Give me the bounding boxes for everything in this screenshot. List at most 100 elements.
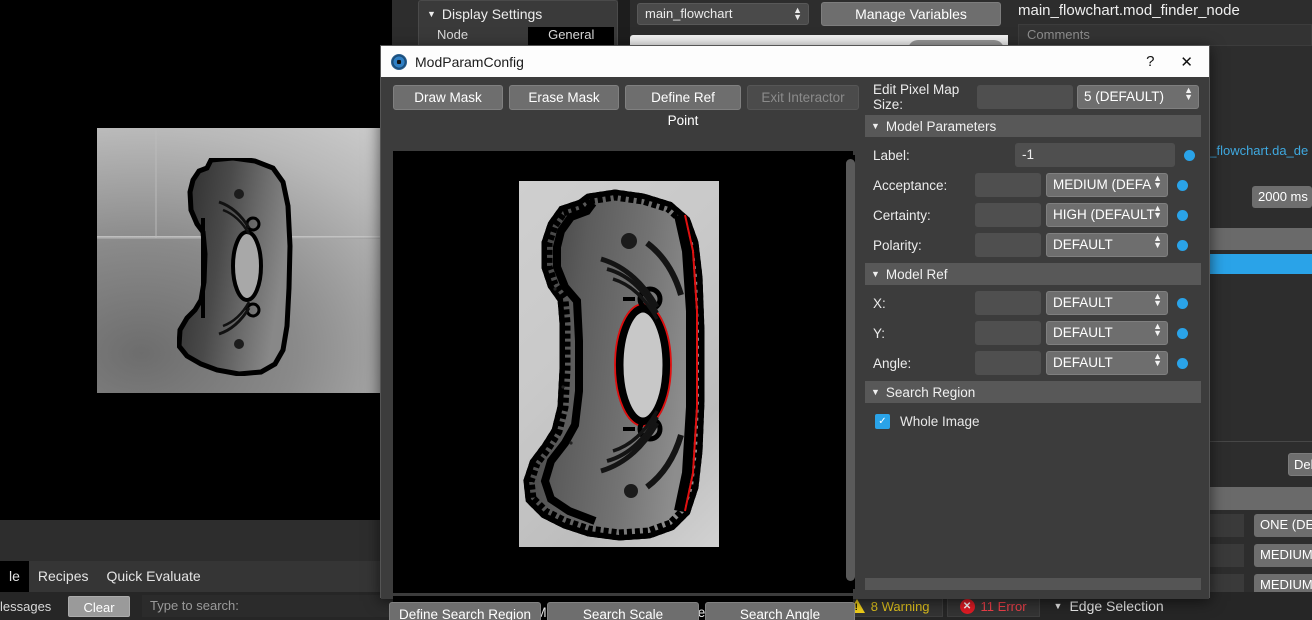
- canvas-scrollbar[interactable]: [846, 155, 855, 589]
- section-model-ref[interactable]: ▼ Model Ref: [865, 263, 1201, 285]
- spinner-icon: ▲ ▼: [1153, 321, 1162, 338]
- ref-angle-combo-value: DEFAULT: [1053, 355, 1113, 370]
- ref-y-combo[interactable]: DEFAULT ▲ ▼: [1046, 321, 1168, 345]
- whole-image-label: Whole Image: [900, 413, 980, 429]
- spinner-icon: ▲ ▼: [1153, 351, 1162, 368]
- close-button[interactable]: ✕: [1180, 53, 1193, 71]
- chevron-down-icon: ▼: [871, 269, 880, 279]
- binding-dot[interactable]: [1177, 297, 1188, 309]
- bottom-tabstrip[interactable]: le Recipes Quick Evaluate: [0, 561, 392, 592]
- selected-list-row[interactable]: [1204, 254, 1312, 274]
- row-certainty: Certainty: HIGH (DEFAULT ▲ ▼: [865, 201, 1201, 229]
- display-settings-header[interactable]: ▼ Display Settings: [419, 1, 617, 27]
- scrollbar-thumb[interactable]: [846, 159, 855, 581]
- spinner-icon: ▲ ▼: [1153, 173, 1162, 190]
- dialog-properties-pane: Edit Pixel Map Size: 5 (DEFAULT) ▲ ▼ ▼ Mo…: [859, 77, 1209, 599]
- ref-y-label: Y:: [873, 325, 886, 341]
- section-title: Search Region: [885, 384, 976, 400]
- pixel-map-field[interactable]: [977, 85, 1073, 109]
- section-model-parameters[interactable]: ▼ Model Parameters: [865, 115, 1201, 137]
- polarity-field[interactable]: [975, 233, 1041, 257]
- binding-dot[interactable]: [1177, 179, 1188, 191]
- polarity-label: Polarity:: [873, 237, 922, 253]
- messages-label: lessages: [0, 598, 52, 614]
- edge-selection-header[interactable]: ▼ Edge Selection: [1054, 598, 1164, 614]
- row-polarity: Polarity: DEFAULT ▲ ▼: [865, 231, 1201, 259]
- label-input[interactable]: -1: [1015, 143, 1175, 167]
- section-title: Model Ref: [885, 266, 948, 282]
- combo-one[interactable]: ONE (DEF: [1254, 514, 1312, 537]
- manage-variables-button[interactable]: Manage Variables: [821, 2, 1001, 26]
- row-ref-angle: Angle: DEFAULT ▲ ▼: [865, 349, 1201, 377]
- display-settings-subtabs[interactable]: Node General: [419, 27, 617, 45]
- ref-angle-combo[interactable]: DEFAULT ▲ ▼: [1046, 351, 1168, 375]
- row-whole-image[interactable]: ✓ Whole Image: [865, 407, 1201, 435]
- flowchart-link[interactable]: n_flowchart.da_de: [1202, 140, 1312, 162]
- ref-angle-field[interactable]: [975, 351, 1041, 375]
- define-ref-point-button[interactable]: Define Ref Point: [625, 85, 741, 128]
- display-settings-popup[interactable]: ▼ Display Settings Node General: [418, 0, 618, 46]
- ref-x-label: X:: [873, 295, 886, 311]
- row-acceptance: Acceptance: MEDIUM (DEFA ▲ ▼: [865, 171, 1201, 199]
- acceptance-combo[interactable]: MEDIUM (DEFA ▲ ▼: [1046, 173, 1168, 197]
- binding-dot[interactable]: [1177, 239, 1188, 251]
- binding-dot[interactable]: [1184, 149, 1195, 161]
- flowchart-selector[interactable]: main_flowchart ▲ ▼: [637, 3, 809, 25]
- modparamconfig-dialog: ModParamConfig ? ✕ Draw Mask Erase Mask …: [380, 45, 1210, 620]
- tab-sample[interactable]: le: [0, 561, 29, 592]
- edge-selection-label: Edge Selection: [1069, 598, 1164, 614]
- display-settings-general-tab[interactable]: General: [528, 27, 615, 45]
- ref-x-field[interactable]: [975, 291, 1041, 315]
- panel-header-bar: [1204, 228, 1312, 250]
- binding-dot[interactable]: [1177, 209, 1188, 221]
- dialog-footer[interactable]: Define Search Region Search Scale Search…: [389, 602, 855, 620]
- error-count-label: 11 Error: [980, 598, 1027, 614]
- draw-mask-button[interactable]: Draw Mask: [393, 85, 503, 110]
- binding-dot[interactable]: [1177, 357, 1188, 369]
- row-label: Label: -1: [865, 141, 1201, 169]
- dialog-title: ModParamConfig: [415, 53, 524, 70]
- tab-quick-evaluate[interactable]: Quick Evaluate: [98, 561, 210, 592]
- ref-y-field[interactable]: [975, 321, 1041, 345]
- panel-divider-line: [1204, 441, 1312, 442]
- node-title: main_flowchart.mod_finder_node: [1018, 2, 1240, 19]
- combo-field-stub: [1204, 544, 1244, 567]
- tab-recipes[interactable]: Recipes: [29, 561, 98, 592]
- define-search-region-button[interactable]: Define Search Region: [389, 602, 541, 620]
- certainty-combo[interactable]: HIGH (DEFAULT ▲ ▼: [1046, 203, 1168, 227]
- whole-image-checkbox[interactable]: ✓: [875, 413, 890, 429]
- spinner-icon: ▲ ▼: [1153, 203, 1162, 220]
- certainty-combo-value: HIGH (DEFAULT: [1053, 207, 1155, 222]
- acceptance-field[interactable]: [975, 173, 1041, 197]
- pixel-map-combo[interactable]: 5 (DEFAULT) ▲ ▼: [1077, 85, 1199, 109]
- timeout-field[interactable]: 2000 ms: [1252, 186, 1312, 208]
- combo-medium-1[interactable]: MEDIUM: [1254, 544, 1312, 567]
- acceptance-label: Acceptance:: [873, 177, 948, 193]
- comments-field[interactable]: Comments: [1018, 24, 1312, 46]
- polarity-combo[interactable]: DEFAULT ▲ ▼: [1046, 233, 1168, 257]
- certainty-field[interactable]: [975, 203, 1041, 227]
- model-image-canvas[interactable]: [393, 151, 853, 593]
- help-button[interactable]: ?: [1146, 53, 1154, 70]
- delete-button[interactable]: Del: [1288, 453, 1312, 476]
- mask-toolbar[interactable]: Draw Mask Erase Mask Define Ref Point Ex…: [381, 77, 859, 128]
- ref-x-combo[interactable]: DEFAULT ▲ ▼: [1046, 291, 1168, 315]
- image-plate: [519, 181, 719, 547]
- clear-button[interactable]: Clear: [68, 595, 130, 617]
- display-settings-node-tab[interactable]: Node: [437, 27, 468, 45]
- section-search-region[interactable]: ▼ Search Region: [865, 381, 1201, 403]
- app-icon: [391, 53, 407, 70]
- search-angle-button[interactable]: Search Angle: [705, 602, 855, 620]
- display-settings-title: Display Settings: [441, 6, 543, 22]
- viewport-3d[interactable]: ◐ Rotate View ◑ Move View ◍ Zoom View R …: [0, 0, 392, 520]
- polarity-combo-value: DEFAULT: [1053, 237, 1113, 252]
- chevron-down-icon: ▼: [427, 9, 436, 19]
- erase-mask-button[interactable]: Erase Mask: [509, 85, 619, 110]
- error-icon: ✕: [959, 598, 975, 614]
- dialog-canvas-area: Draw Mask Erase Mask Define Ref Point Ex…: [381, 77, 859, 620]
- pixel-map-row: Edit Pixel Map Size: 5 (DEFAULT) ▲ ▼: [865, 82, 1201, 112]
- binding-dot[interactable]: [1177, 327, 1188, 339]
- search-scale-button[interactable]: Search Scale: [547, 602, 699, 620]
- dialog-titlebar[interactable]: ModParamConfig ? ✕: [381, 46, 1209, 77]
- acceptance-combo-value: MEDIUM (DEFA: [1053, 177, 1152, 192]
